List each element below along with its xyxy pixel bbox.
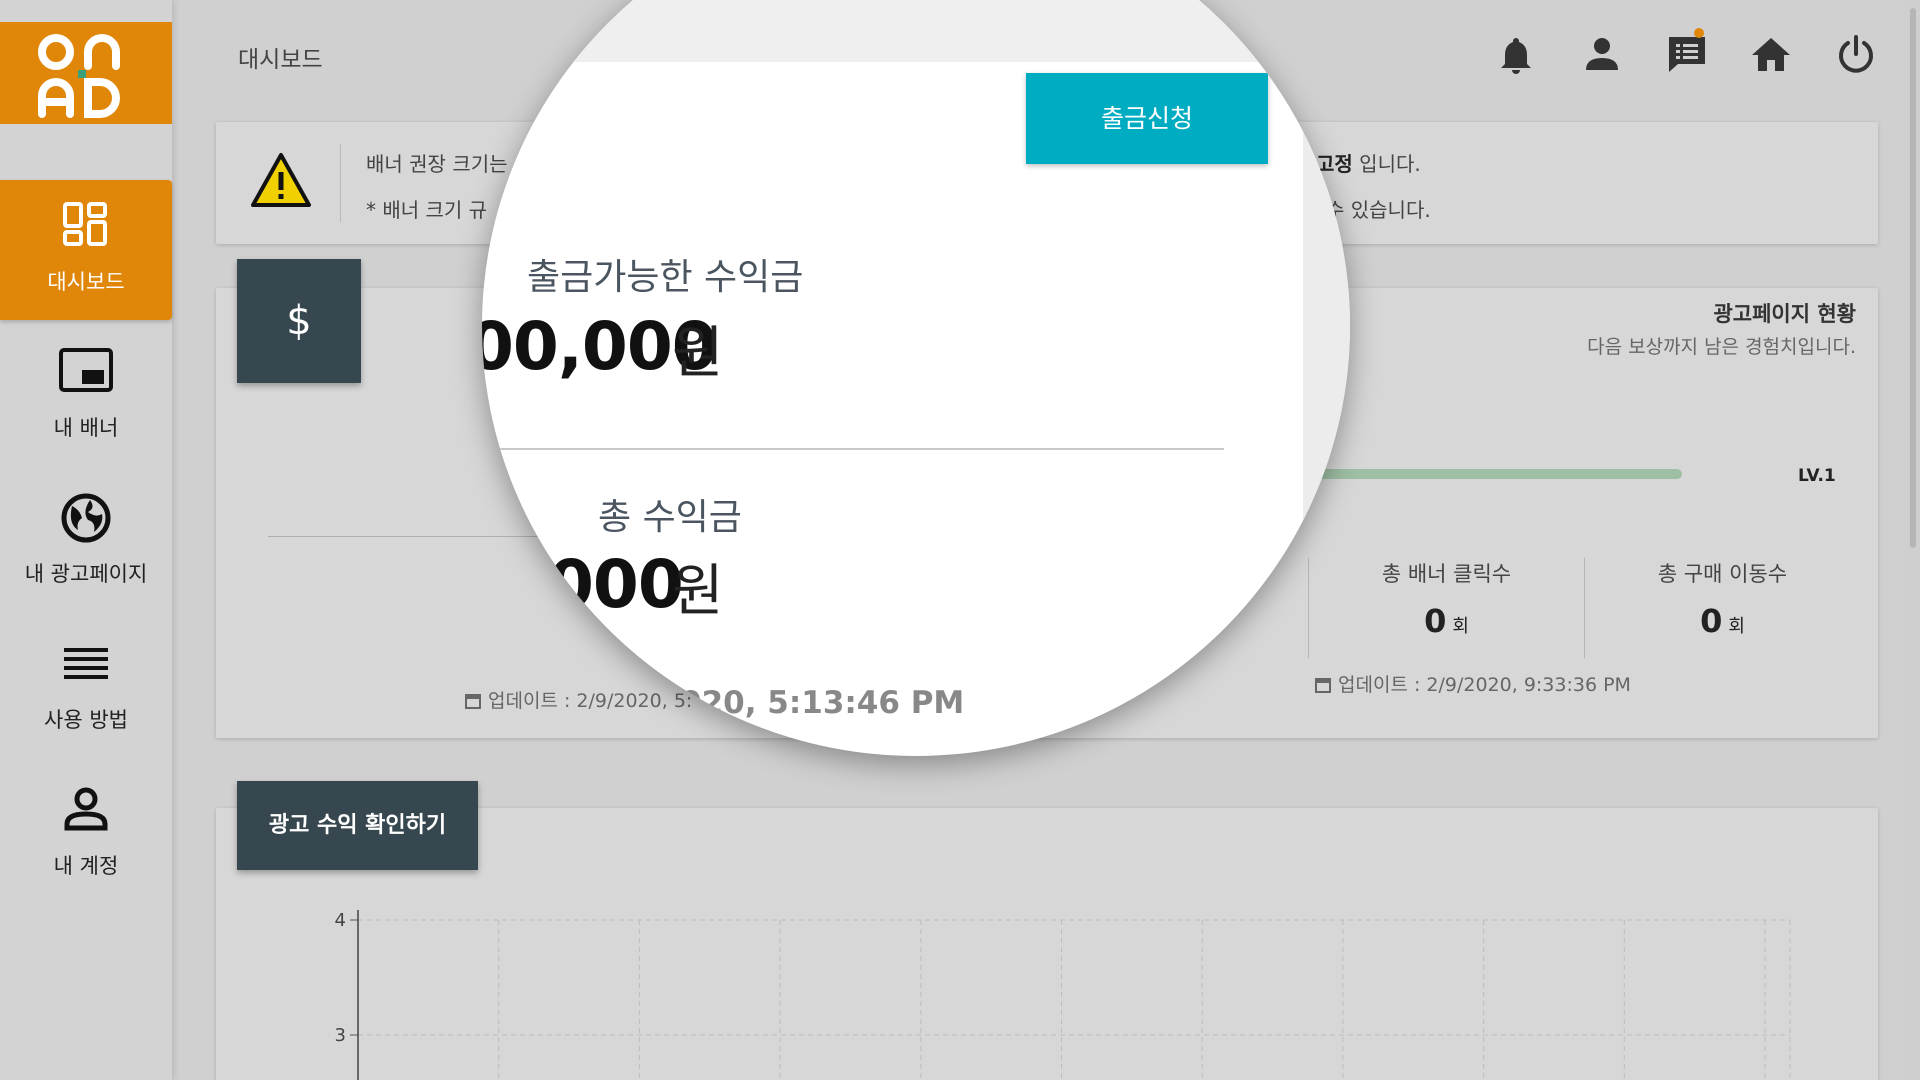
page-title: 대시보드 (238, 47, 323, 73)
purchase-moves-label: 총 구매 이동수 (1657, 562, 1788, 586)
account-icon[interactable] (1582, 34, 1622, 74)
sidebar-item-how-to-use[interactable]: 사용 방법 (0, 618, 172, 758)
sidebar-item-my-ad-page[interactable]: 내 광고페이지 (0, 472, 172, 612)
sidebar-item-label: 대시보드 (47, 270, 125, 294)
divider (340, 144, 341, 222)
warning-icon (250, 152, 312, 212)
sidebar-item-my-account[interactable]: 내 계정 (0, 764, 172, 904)
banner-clicks-metric: 총 배너 클릭수 0회 (1309, 558, 1584, 640)
sidebar-item-my-banner[interactable]: 내 배너 (0, 326, 172, 466)
zoom-magnifier: 출금신청 출금가능한 수익금 00,000 원 총 수익금 000 원 020,… (482, 0, 1350, 756)
chart-y-tick-label: 4 (335, 910, 346, 931)
bell-icon[interactable] (1496, 34, 1536, 74)
banner-clicks-value: 0회 (1309, 602, 1584, 640)
sidebar-item-label: 사용 방법 (44, 708, 128, 732)
banner-icon (0, 346, 172, 406)
ad-page-status-subtitle: 다음 보상까지 남은 경험치입니다. (1587, 336, 1856, 358)
count-unit: 회 (1452, 616, 1469, 637)
available-income-label: 출금가능한 수익금 (527, 257, 804, 298)
power-icon[interactable] (1836, 34, 1876, 74)
income-card-icon: $ (237, 259, 361, 383)
sidebar: 대시보드 내 배너 내 광고페이지 사용 방법 내 계정 (0, 0, 172, 1080)
available-income-unit: 원 (672, 321, 724, 386)
chart-y-tick-label: 3 (335, 1025, 346, 1046)
zoomed-update-time: 020, 5:13:46 PM (680, 685, 965, 721)
total-income-value: 000 (548, 546, 684, 623)
banner-clicks-label: 총 배너 클릭수 (1381, 562, 1512, 586)
ad-page-update-text: 업데이트 : 2/9/2020, 9:33:36 PM (1338, 674, 1631, 696)
logo[interactable] (0, 22, 172, 124)
banner-clicks-number: 0 (1424, 602, 1447, 640)
sidebar-item-dashboard[interactable]: 대시보드 (0, 180, 172, 320)
notice-line-2-left: * 배너 크기 규 (366, 198, 488, 222)
person-icon (0, 784, 172, 844)
sidebar-item-label: 내 계정 (53, 854, 119, 878)
zoomed-header-strip (482, 0, 1350, 62)
chat-icon[interactable] (1666, 28, 1706, 74)
calendar-icon (465, 694, 481, 709)
scrollbar[interactable] (1902, 0, 1920, 1080)
ad-page-status-title: 광고페이지 현황 (1713, 302, 1856, 326)
purchase-moves-metric: 총 구매 이동수 0회 (1585, 558, 1860, 640)
notification-dot (1694, 28, 1704, 38)
dashboard-icon (0, 200, 172, 260)
sidebar-item-label: 내 광고페이지 (24, 562, 148, 586)
home-icon[interactable] (1750, 34, 1790, 74)
total-income-unit: 원 (672, 559, 724, 624)
purchase-moves-value: 0회 (1585, 602, 1860, 640)
level-progress-bar (1316, 469, 1682, 479)
onad-logo (38, 34, 120, 118)
withdraw-request-button[interactable]: 출금신청 (1026, 73, 1268, 164)
divider (482, 448, 1224, 450)
level-label: LV.1 (1798, 466, 1836, 486)
notice-line-1-suffix: 입니다. (1352, 152, 1421, 176)
globe-icon (0, 492, 172, 552)
sidebar-item-label: 내 배너 (53, 416, 119, 440)
count-unit: 회 (1728, 616, 1745, 637)
menu-lines-icon (0, 638, 172, 698)
purchase-moves-number: 0 (1700, 602, 1723, 640)
zoomed-card-edge (1303, 0, 1350, 520)
ad-page-update-time: 업데이트 : 2/9/2020, 9:33:36 PM (1314, 670, 1631, 697)
scrollbar-thumb[interactable] (1910, 8, 1916, 548)
total-income-label: 총 수익금 (598, 497, 742, 538)
check-ad-revenue-button[interactable]: 광고 수익 확인하기 (237, 781, 478, 870)
